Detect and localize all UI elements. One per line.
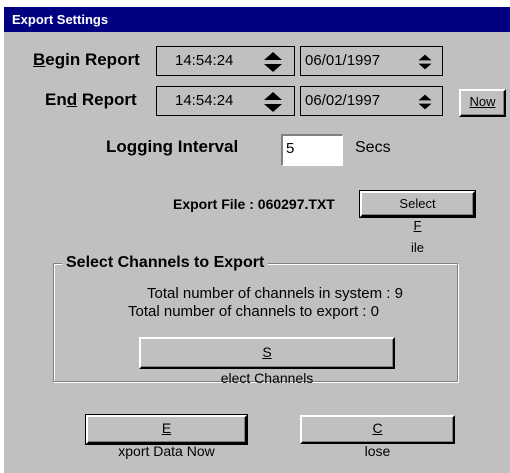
begin-date-spinner[interactable]: 06/01/1997 xyxy=(300,46,443,76)
export-data-now-label: Export Data Now xyxy=(88,417,245,463)
select-channels-button[interactable]: Select Channels xyxy=(139,337,395,386)
spin-updown-icon[interactable] xyxy=(262,51,284,73)
select-file-button[interactable]: Select File xyxy=(359,190,476,255)
begin-report-label-text: egin Report xyxy=(45,50,140,69)
close-rest: lose xyxy=(364,443,391,459)
spin-updown-icon[interactable] xyxy=(416,91,434,113)
spin-updown-icon[interactable] xyxy=(262,91,284,113)
select-file-rest: ile xyxy=(410,240,424,255)
select-channels-rest: elect Channels xyxy=(220,370,314,386)
select-file-label: Select File xyxy=(362,193,473,259)
logging-interval-label: Logging Interval xyxy=(106,137,239,156)
end-report-label-text: Report xyxy=(77,90,137,109)
end-report-label-pre: En xyxy=(45,90,67,109)
close-accel: C xyxy=(372,420,383,436)
begin-report-accel: B xyxy=(33,50,46,69)
logging-unit: Secs xyxy=(355,139,391,156)
total-channels-export: Total number of channels to export : 0 xyxy=(128,303,379,320)
logging-interval-input[interactable]: 5 xyxy=(281,134,343,166)
end-date-value: 06/02/1997 xyxy=(305,92,381,109)
window-title: Export Settings xyxy=(4,7,510,32)
end-report-accel: d xyxy=(66,90,78,109)
group-title: Select Channels to Export xyxy=(62,254,269,272)
spin-updown-icon[interactable] xyxy=(416,51,434,73)
begin-report-label: Begin Report xyxy=(33,50,140,70)
select-channels-label: Select Channels xyxy=(141,339,393,391)
begin-time-value: 14:54:24 xyxy=(175,52,234,69)
end-report-label: End Report xyxy=(45,90,137,110)
select-file-accel: F xyxy=(413,218,422,233)
end-time-value: 14:54:24 xyxy=(175,92,234,109)
now-button[interactable]: Now xyxy=(459,89,506,117)
export-file-label: Export File : 060297.TXT xyxy=(173,196,335,212)
end-date-spinner[interactable]: 06/02/1997 xyxy=(300,86,443,116)
end-time-spinner[interactable]: 14:54:24 xyxy=(156,86,295,116)
close-label: Close xyxy=(302,417,453,463)
select-file-pre: Select xyxy=(399,196,436,211)
total-channels-system: Total number of channels in system : 9 xyxy=(147,285,403,302)
now-button-label: Now xyxy=(469,94,496,109)
close-button[interactable]: Close xyxy=(300,415,455,459)
begin-time-spinner[interactable]: 14:54:24 xyxy=(156,46,295,76)
export-rest: xport Data Now xyxy=(118,443,215,459)
select-channels-accel: S xyxy=(262,344,272,360)
export-accel: E xyxy=(161,420,172,436)
begin-date-value: 06/01/1997 xyxy=(305,52,381,69)
export-data-now-button[interactable]: Export Data Now xyxy=(85,414,248,459)
